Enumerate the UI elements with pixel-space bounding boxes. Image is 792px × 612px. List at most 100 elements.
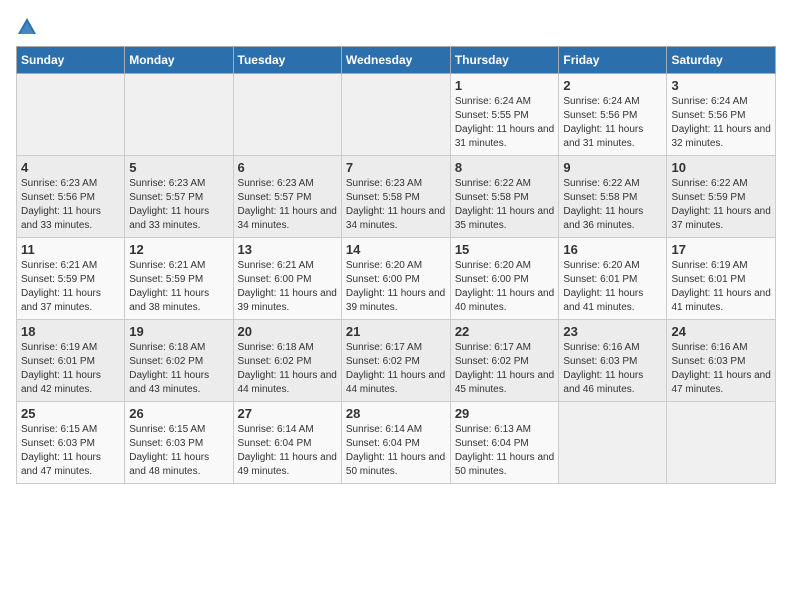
day-info: Sunrise: 6:19 AM Sunset: 6:01 PM Dayligh… [671,259,771,315]
day-header-tuesday: Tuesday [233,47,341,74]
day-number: 26 [129,406,228,421]
day-number: 7 [346,160,446,175]
calendar-cell: 23 Sunrise: 6:16 AM Sunset: 6:03 PM Dayli… [559,320,667,402]
day-number: 23 [563,324,662,339]
day-header-wednesday: Wednesday [341,47,450,74]
calendar-cell: 24 Sunrise: 6:16 AM Sunset: 6:03 PM Dayli… [667,320,776,402]
calendar-cell: 14 Sunrise: 6:20 AM Sunset: 6:00 PM Dayli… [341,238,450,320]
calendar-cell: 22Sunrise: 6:17 AM Sunset: 6:02 PM Dayli… [450,320,559,402]
calendar-cell: 19 Sunrise: 6:18 AM Sunset: 6:02 PM Dayli… [125,320,233,402]
day-info: Sunrise: 6:22 AM Sunset: 5:58 PM Dayligh… [563,177,662,233]
calendar-cell: 21 Sunrise: 6:17 AM Sunset: 6:02 PM Dayli… [341,320,450,402]
calendar-cell: 9 Sunrise: 6:22 AM Sunset: 5:58 PM Daylig… [559,156,667,238]
day-number: 3 [671,78,771,93]
calendar-cell: 10Sunrise: 6:22 AM Sunset: 5:59 PM Dayli… [667,156,776,238]
calendar-cell: 8 Sunrise: 6:22 AM Sunset: 5:58 PM Daylig… [450,156,559,238]
calendar-week-row: 18 Sunrise: 6:19 AM Sunset: 6:01 PM Dayli… [17,320,776,402]
day-number: 21 [346,324,446,339]
day-info: Sunrise: 6:19 AM Sunset: 6:01 PM Dayligh… [21,341,120,397]
day-info: Sunrise: 6:14 AM Sunset: 6:04 PM Dayligh… [346,423,446,479]
day-number: 18 [21,324,120,339]
day-number: 17 [671,242,771,257]
day-info: Sunrise: 6:18 AM Sunset: 6:02 PM Dayligh… [129,341,228,397]
calendar-cell: 20 Sunrise: 6:18 AM Sunset: 6:02 PM Dayli… [233,320,341,402]
calendar-week-row: 11 Sunrise: 6:21 AM Sunset: 5:59 PM Dayli… [17,238,776,320]
day-number: 16 [563,242,662,257]
day-number: 14 [346,242,446,257]
day-info: Sunrise: 6:16 AM Sunset: 6:03 PM Dayligh… [671,341,771,397]
page-header [16,16,776,38]
day-info: Sunrise: 6:20 AM Sunset: 6:01 PM Dayligh… [563,259,662,315]
day-number: 24 [671,324,771,339]
day-info: Sunrise: 6:23 AM Sunset: 5:57 PM Dayligh… [129,177,228,233]
calendar-week-row: 25 Sunrise: 6:15 AM Sunset: 6:03 PM Dayli… [17,402,776,484]
logo-icon [16,16,38,38]
day-number: 12 [129,242,228,257]
day-number: 9 [563,160,662,175]
day-number: 2 [563,78,662,93]
day-info: Sunrise: 6:23 AM Sunset: 5:58 PM Dayligh… [346,177,446,233]
day-number: 28 [346,406,446,421]
calendar-header-row: SundayMondayTuesdayWednesdayThursdayFrid… [17,47,776,74]
calendar-cell: 28 Sunrise: 6:14 AM Sunset: 6:04 PM Dayli… [341,402,450,484]
day-info: Sunrise: 6:16 AM Sunset: 6:03 PM Dayligh… [563,341,662,397]
day-info: Sunrise: 6:21 AM Sunset: 5:59 PM Dayligh… [21,259,120,315]
day-number: 19 [129,324,228,339]
day-info: Sunrise: 6:24 AM Sunset: 5:56 PM Dayligh… [671,95,771,151]
day-number: 15 [455,242,555,257]
day-number: 11 [21,242,120,257]
day-info: Sunrise: 6:17 AM Sunset: 6:02 PM Dayligh… [346,341,446,397]
calendar-cell: 17 Sunrise: 6:19 AM Sunset: 6:01 PM Dayli… [667,238,776,320]
day-header-thursday: Thursday [450,47,559,74]
calendar-cell: 15 Sunrise: 6:20 AM Sunset: 6:00 PM Dayli… [450,238,559,320]
day-number: 8 [455,160,555,175]
calendar-cell: 11 Sunrise: 6:21 AM Sunset: 5:59 PM Dayli… [17,238,125,320]
calendar-cell: 29 Sunrise: 6:13 AM Sunset: 6:04 PM Dayli… [450,402,559,484]
day-info: Sunrise: 6:24 AM Sunset: 5:55 PM Dayligh… [455,95,555,151]
calendar-cell [341,74,450,156]
day-info: Sunrise: 6:24 AM Sunset: 5:56 PM Dayligh… [563,95,662,151]
calendar-cell: 16 Sunrise: 6:20 AM Sunset: 6:01 PM Dayli… [559,238,667,320]
day-number: 13 [238,242,337,257]
day-number: 20 [238,324,337,339]
day-info: Sunrise: 6:22 AM Sunset: 5:59 PM Dayligh… [671,177,771,233]
day-info: Sunrise: 6:23 AM Sunset: 5:56 PM Dayligh… [21,177,120,233]
calendar-cell: 3 Sunrise: 6:24 AM Sunset: 5:56 PM Daylig… [667,74,776,156]
day-header-saturday: Saturday [667,47,776,74]
day-header-friday: Friday [559,47,667,74]
calendar-cell: 25 Sunrise: 6:15 AM Sunset: 6:03 PM Dayli… [17,402,125,484]
calendar-cell: 5Sunrise: 6:23 AM Sunset: 5:57 PM Daylig… [125,156,233,238]
calendar-cell: 26 Sunrise: 6:15 AM Sunset: 6:03 PM Dayli… [125,402,233,484]
calendar-cell [667,402,776,484]
calendar-week-row: 4 Sunrise: 6:23 AM Sunset: 5:56 PM Daylig… [17,156,776,238]
day-info: Sunrise: 6:15 AM Sunset: 6:03 PM Dayligh… [129,423,228,479]
calendar-cell [233,74,341,156]
calendar-cell: 2 Sunrise: 6:24 AM Sunset: 5:56 PM Daylig… [559,74,667,156]
day-info: Sunrise: 6:21 AM Sunset: 5:59 PM Dayligh… [129,259,228,315]
calendar-table: SundayMondayTuesdayWednesdayThursdayFrid… [16,46,776,484]
day-number: 1 [455,78,555,93]
calendar-cell [559,402,667,484]
calendar-cell: 27 Sunrise: 6:14 AM Sunset: 6:04 PM Dayli… [233,402,341,484]
day-info: Sunrise: 6:18 AM Sunset: 6:02 PM Dayligh… [238,341,337,397]
day-number: 29 [455,406,555,421]
day-number: 25 [21,406,120,421]
day-info: Sunrise: 6:22 AM Sunset: 5:58 PM Dayligh… [455,177,555,233]
day-info: Sunrise: 6:15 AM Sunset: 6:03 PM Dayligh… [21,423,120,479]
calendar-cell: 7 Sunrise: 6:23 AM Sunset: 5:58 PM Daylig… [341,156,450,238]
day-number: 6 [238,160,337,175]
day-number: 4 [21,160,120,175]
day-info: Sunrise: 6:14 AM Sunset: 6:04 PM Dayligh… [238,423,337,479]
day-info: Sunrise: 6:20 AM Sunset: 6:00 PM Dayligh… [346,259,446,315]
day-header-sunday: Sunday [17,47,125,74]
calendar-cell: 1 Sunrise: 6:24 AM Sunset: 5:55 PM Daylig… [450,74,559,156]
calendar-cell: 12 Sunrise: 6:21 AM Sunset: 5:59 PM Dayli… [125,238,233,320]
calendar-cell: 6 Sunrise: 6:23 AM Sunset: 5:57 PM Daylig… [233,156,341,238]
day-info: Sunrise: 6:20 AM Sunset: 6:00 PM Dayligh… [455,259,555,315]
day-info: Sunrise: 6:17 AM Sunset: 6:02 PM Dayligh… [455,341,555,397]
day-number: 27 [238,406,337,421]
day-info: Sunrise: 6:23 AM Sunset: 5:57 PM Dayligh… [238,177,337,233]
day-info: Sunrise: 6:21 AM Sunset: 6:00 PM Dayligh… [238,259,337,315]
day-info: Sunrise: 6:13 AM Sunset: 6:04 PM Dayligh… [455,423,555,479]
calendar-cell: 13 Sunrise: 6:21 AM Sunset: 6:00 PM Dayli… [233,238,341,320]
